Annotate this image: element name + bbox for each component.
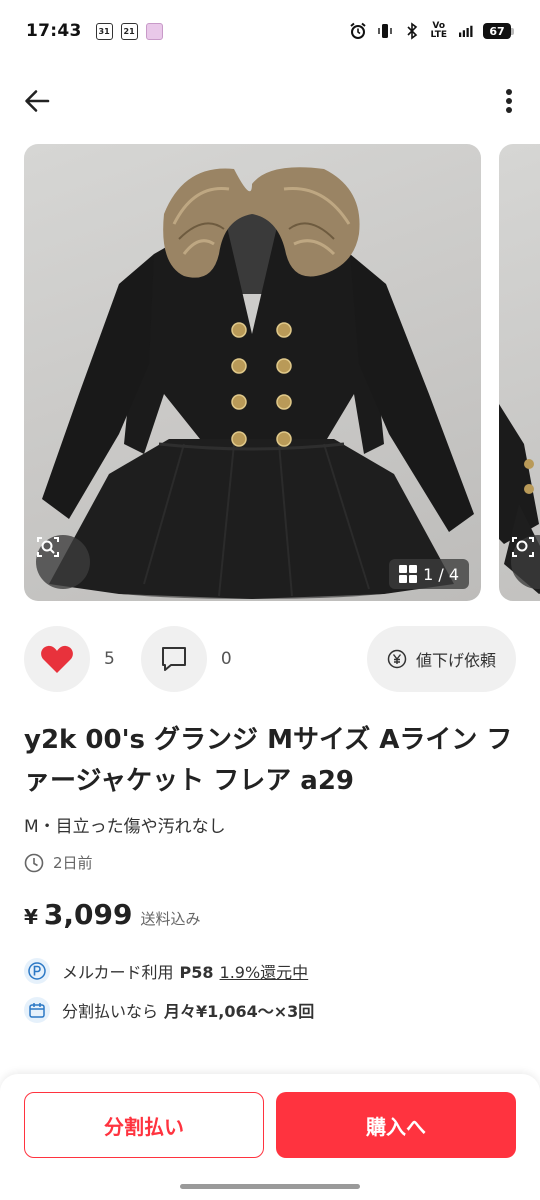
jacket-image-peek bbox=[499, 404, 540, 594]
comment-count: 0 bbox=[220, 649, 232, 669]
merpay-text: メルカード利用 bbox=[62, 963, 174, 982]
merpay-points: P58 bbox=[179, 963, 214, 982]
image-counter-text: 1 / 4 bbox=[423, 564, 459, 584]
more-options-button[interactable] bbox=[498, 82, 520, 120]
next-product-photo[interactable] bbox=[499, 144, 540, 601]
like-button[interactable] bbox=[24, 626, 90, 692]
price-currency: ¥ bbox=[24, 905, 38, 929]
merpay-promo: メルカード利用 P58 1.9%還元中 bbox=[24, 958, 308, 984]
image-counter: 1 / 4 bbox=[389, 559, 469, 589]
like-count: 5 bbox=[104, 649, 115, 669]
action-row: 5 0 値下げ依頼 bbox=[24, 626, 516, 692]
posted-time: 2日前 bbox=[24, 852, 93, 873]
arrow-left-icon bbox=[25, 90, 50, 112]
price-request-button[interactable]: 値下げ依頼 bbox=[366, 626, 516, 692]
back-button[interactable] bbox=[18, 82, 56, 120]
image-carousel[interactable]: 1 / 4 bbox=[0, 144, 540, 602]
clock-icon bbox=[24, 853, 44, 872]
points-icon bbox=[24, 958, 50, 984]
posted-time-text: 2日前 bbox=[53, 854, 93, 872]
status-time: 17:43 bbox=[26, 21, 82, 41]
calendar-icon: 31 bbox=[95, 22, 113, 40]
comment-icon bbox=[161, 647, 186, 671]
battery-icon: 67 bbox=[483, 23, 514, 39]
heart-icon bbox=[41, 645, 73, 673]
system-icons: Vo LTE 67 bbox=[349, 22, 514, 40]
installment-amount: 月々¥1,064〜×3回 bbox=[164, 1002, 315, 1021]
lens-search-icon bbox=[512, 537, 534, 557]
image-search-button[interactable] bbox=[36, 535, 90, 589]
item-condition: M・目立った傷や汚れなし bbox=[24, 817, 226, 837]
more-vertical-icon bbox=[506, 89, 512, 113]
bottom-action-bar: 分割払い 購入へ bbox=[0, 1074, 540, 1200]
notification-icons: 31 21 bbox=[95, 22, 163, 40]
installment-promo: 分割払いなら 月々¥1,064〜×3回 bbox=[24, 997, 314, 1023]
battery-level: 67 bbox=[483, 23, 511, 39]
installment-button[interactable]: 分割払い bbox=[24, 1092, 264, 1158]
status-bar: 17:43 31 21 Vo LTE 67 bbox=[0, 0, 540, 62]
product-photo[interactable]: 1 / 4 bbox=[24, 144, 481, 601]
wallet-icon bbox=[24, 997, 50, 1023]
price-value: 3,099 bbox=[43, 898, 133, 931]
merpay-rate-link[interactable]: 1.9%還元中 bbox=[220, 963, 309, 982]
shipping-note: 送料込み bbox=[140, 910, 201, 928]
vibrate-icon bbox=[376, 22, 394, 40]
lens-search-icon bbox=[37, 537, 59, 557]
volte-icon: Vo LTE bbox=[430, 21, 447, 40]
price-request-label: 値下げ依頼 bbox=[415, 651, 496, 670]
alarm-icon bbox=[349, 22, 367, 40]
app-notification-icon bbox=[145, 22, 163, 40]
signal-icon bbox=[456, 22, 474, 40]
jacket-image bbox=[42, 167, 474, 599]
buy-button[interactable]: 購入へ bbox=[276, 1092, 516, 1158]
bluetooth-icon bbox=[403, 22, 421, 40]
comment-button[interactable] bbox=[140, 626, 207, 692]
home-indicator[interactable] bbox=[180, 1184, 360, 1189]
app-bar bbox=[0, 72, 540, 132]
yen-circle-icon bbox=[387, 649, 407, 669]
calendar-day-icon: 21 bbox=[120, 22, 138, 40]
installment-text: 分割払いなら bbox=[62, 1002, 159, 1021]
item-title: y2k 00's グランジ Mサイズ Aライン ファージャケット フレア a29 bbox=[24, 725, 513, 796]
gallery-grid-icon bbox=[399, 565, 418, 583]
price-row: ¥ 3,099 送料込み bbox=[24, 898, 201, 931]
